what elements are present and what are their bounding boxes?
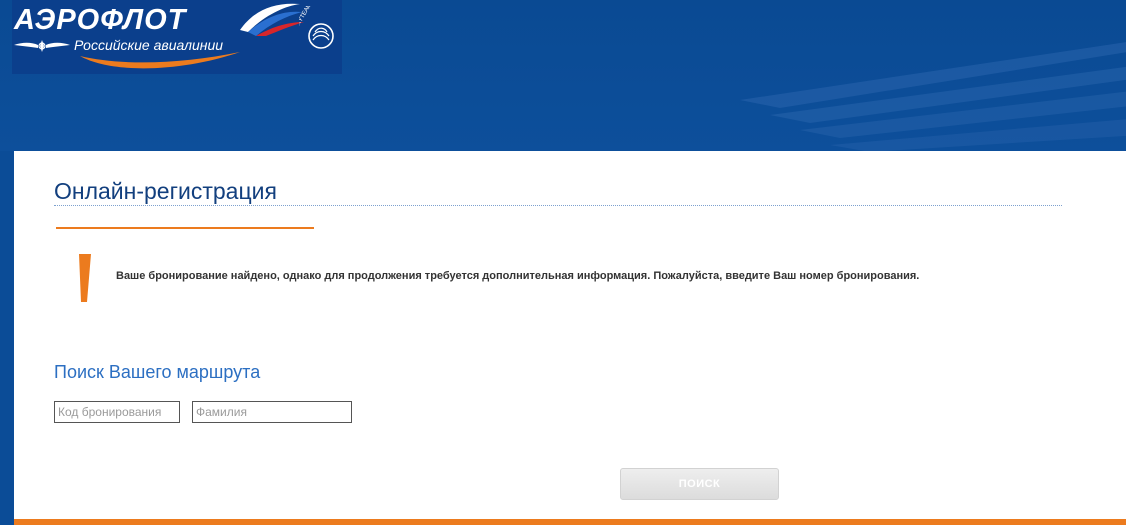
skyteam-icon: SKYTEAM <box>299 6 334 49</box>
search-button[interactable]: ПОИСК <box>620 468 779 500</box>
bottom-accent-bar <box>14 519 1126 525</box>
page-title: Онлайн-регистрация <box>54 178 277 204</box>
info-message: Ваше бронирование найдено, однако для пр… <box>116 270 920 282</box>
main-content: Онлайн-регистрация Ваше бронирование най… <box>14 151 1126 520</box>
russian-flag-icon <box>240 3 304 36</box>
logo-swoosh <box>80 52 240 69</box>
aeroflot-logo[interactable]: АЭРОФЛОТ Российские авиалинии SKYTEAM <box>12 0 342 74</box>
wings-icon <box>14 40 70 52</box>
title-divider <box>54 205 1062 206</box>
title-accent-line <box>56 227 314 229</box>
warning-icon <box>79 254 91 302</box>
site-header: АЭРОФЛОТ Российские авиалинии SKYTEAM <box>0 0 1126 151</box>
skyteam-text: SKYTEAM <box>299 6 313 30</box>
logo-brand-text: АЭРОФЛОТ <box>14 4 187 36</box>
surname-input[interactable] <box>192 401 352 423</box>
section-title: Поиск Вашего маршрута <box>54 362 261 382</box>
booking-code-input[interactable] <box>54 401 180 423</box>
header-decoration-stripes <box>740 42 1126 151</box>
